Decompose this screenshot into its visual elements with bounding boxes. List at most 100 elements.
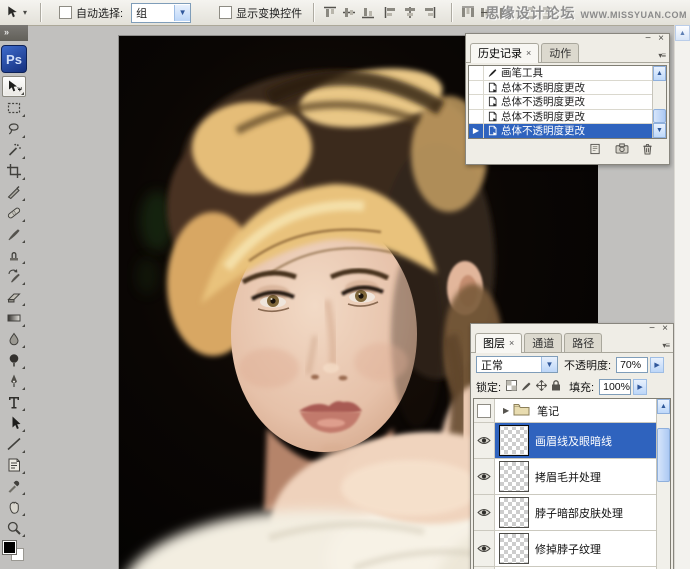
tool-line[interactable]: [2, 433, 26, 454]
visibility-toggle[interactable]: [474, 495, 495, 530]
chevron-down-icon: ▾: [23, 8, 27, 17]
tool-lasso[interactable]: [2, 118, 26, 139]
tool-blur[interactable]: [2, 328, 26, 349]
history-state-row-selected[interactable]: ▶ 总体不透明度更改: [469, 124, 652, 138]
close-icon[interactable]: ×: [662, 324, 668, 334]
scroll-down-icon[interactable]: ▼: [653, 123, 666, 138]
visibility-toggle[interactable]: [474, 399, 495, 422]
lock-position-icon[interactable]: [536, 380, 547, 394]
tool-notes[interactable]: [2, 454, 26, 475]
close-icon[interactable]: ×: [658, 34, 664, 44]
tool-hand[interactable]: [2, 496, 26, 517]
layer-thumbnail[interactable]: [499, 461, 529, 492]
dropdown-arrow-icon[interactable]: ▼: [541, 357, 557, 372]
page-scroll-up-icon[interactable]: ▲: [675, 25, 690, 41]
panel-menu-icon[interactable]: ▾≡: [658, 51, 665, 60]
layer-thumbnail[interactable]: [499, 497, 529, 528]
history-source-checkbox[interactable]: [469, 95, 484, 109]
dropdown-arrow-icon[interactable]: ▼: [174, 5, 190, 21]
layer-row-selected[interactable]: 画眉线及眼暗线: [474, 423, 656, 459]
lock-image-icon[interactable]: [521, 380, 532, 394]
auto-select-dropdown[interactable]: 组 ▼: [131, 3, 191, 23]
history-state-row[interactable]: 总体不透明度更改: [469, 95, 652, 110]
visibility-toggle[interactable]: [474, 531, 495, 566]
move-cursor-icon: [5, 5, 21, 20]
tool-slice[interactable]: [2, 181, 26, 202]
page-scrollbar[interactable]: ▲: [674, 25, 690, 569]
tab-paths[interactable]: 路径: [564, 333, 602, 352]
tool-move[interactable]: [2, 76, 26, 97]
history-state-row[interactable]: 总体不透明度更改: [469, 110, 652, 125]
tool-magic-wand[interactable]: [2, 139, 26, 160]
visibility-toggle[interactable]: [474, 423, 495, 458]
minimize-icon[interactable]: −: [645, 34, 651, 44]
layer-thumbnail[interactable]: [499, 425, 529, 456]
tool-type[interactable]: [2, 391, 26, 412]
align-horizontal-centers-icon[interactable]: [402, 5, 418, 20]
move-tool-preset[interactable]: ▾: [5, 5, 27, 20]
align-bottom-edges-icon[interactable]: [360, 5, 376, 20]
align-top-edges-icon[interactable]: [322, 5, 338, 20]
layer-row[interactable]: 脖子暗部皮肤处理: [474, 495, 656, 531]
auto-select-label: 自动选择:: [76, 5, 123, 21]
tool-brush[interactable]: [2, 223, 26, 244]
collapse-arrow-icon[interactable]: ▶: [503, 406, 509, 415]
tool-dodge[interactable]: [2, 349, 26, 370]
history-source-checkbox[interactable]: [469, 81, 484, 95]
tools-collapse-button[interactable]: »: [0, 25, 28, 41]
tool-zoom[interactable]: [2, 517, 26, 538]
history-scrollbar[interactable]: ▲ ▼: [652, 66, 666, 138]
opacity-slider-arrow-icon[interactable]: ▶: [650, 357, 664, 373]
align-vertical-centers-icon[interactable]: [341, 5, 357, 20]
color-swatches[interactable]: [2, 540, 26, 554]
history-state-pointer-icon[interactable]: ▶: [469, 124, 484, 138]
scroll-up-icon[interactable]: ▲: [653, 66, 666, 81]
panel-menu-icon[interactable]: ▾≡: [662, 341, 669, 350]
history-source-checkbox[interactable]: [469, 66, 484, 80]
tab-layers[interactable]: 图层 ×: [475, 333, 522, 353]
tool-pen[interactable]: [2, 370, 26, 391]
tool-rectangular-marquee[interactable]: [2, 97, 26, 118]
fill-value[interactable]: 100%: [599, 379, 631, 395]
tool-crop[interactable]: [2, 160, 26, 181]
tool-clone-stamp[interactable]: [2, 244, 26, 265]
tab-channels[interactable]: 通道: [524, 333, 562, 352]
tab-close-icon[interactable]: ×: [526, 48, 531, 58]
tool-history-brush[interactable]: [2, 265, 26, 286]
auto-select-checkbox[interactable]: [59, 6, 72, 19]
history-state-row[interactable]: 总体不透明度更改: [469, 81, 652, 96]
scrollbar-thumb[interactable]: [653, 109, 666, 123]
layers-scrollbar[interactable]: ▲: [656, 399, 670, 569]
scroll-up-icon[interactable]: ▲: [657, 399, 670, 414]
layer-row[interactable]: 拷眉毛并处理: [474, 459, 656, 495]
foreground-color-swatch[interactable]: [3, 541, 16, 554]
layer-thumbnail[interactable]: [499, 533, 529, 564]
delete-trash-icon[interactable]: [642, 143, 653, 155]
distribute-top-edges-icon[interactable]: [460, 5, 476, 20]
minimize-icon[interactable]: −: [649, 324, 655, 334]
lock-transparency-icon[interactable]: [506, 380, 517, 394]
layer-row[interactable]: 修掉脖子纹理: [474, 531, 656, 567]
layer-group-row[interactable]: ▶ 笔记: [474, 399, 656, 423]
tool-eyedropper[interactable]: [2, 475, 26, 496]
fill-slider-arrow-icon[interactable]: ▶: [633, 379, 647, 395]
history-state-row[interactable]: 画笔工具: [469, 66, 652, 81]
tab-close-icon[interactable]: ×: [509, 338, 514, 348]
lock-all-icon[interactable]: [551, 380, 561, 394]
tool-path-selection[interactable]: [2, 412, 26, 433]
history-source-checkbox[interactable]: [469, 110, 484, 124]
opacity-value[interactable]: 70%: [616, 357, 648, 373]
tab-history[interactable]: 历史记录 ×: [470, 43, 539, 63]
tool-healing-brush[interactable]: [2, 202, 26, 223]
scrollbar-thumb[interactable]: [657, 428, 670, 482]
new-document-from-state-icon[interactable]: [589, 143, 602, 155]
visibility-toggle[interactable]: [474, 459, 495, 494]
align-left-edges-icon[interactable]: [383, 5, 399, 20]
tool-eraser[interactable]: [2, 286, 26, 307]
blend-mode-select[interactable]: 正常 ▼: [476, 356, 558, 373]
align-right-edges-icon[interactable]: [421, 5, 437, 20]
tool-gradient[interactable]: [2, 307, 26, 328]
show-transform-checkbox[interactable]: [219, 6, 232, 19]
new-snapshot-camera-icon[interactable]: [615, 143, 629, 154]
tab-actions[interactable]: 动作: [541, 43, 579, 62]
